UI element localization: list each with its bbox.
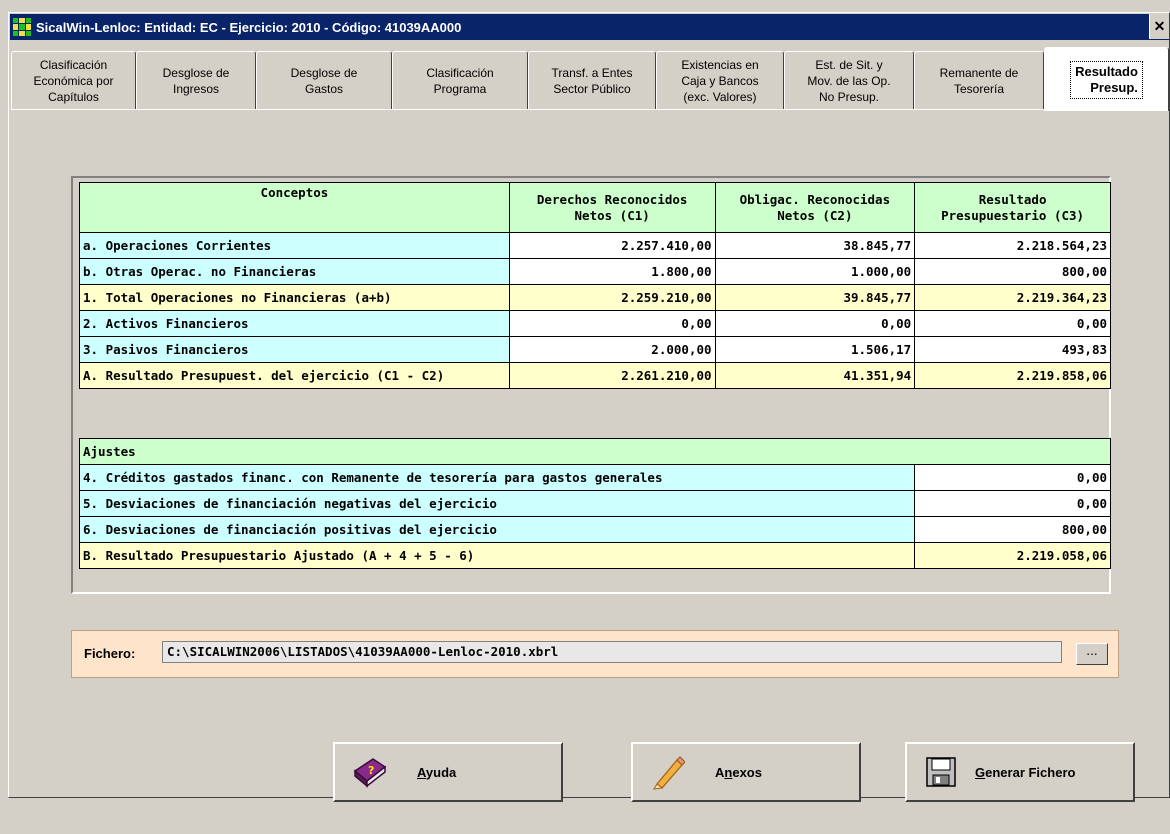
cell-c2: 39.845,77 <box>714 284 916 311</box>
tab-desglose-ingresos[interactable]: Desglose de Ingresos <box>136 51 256 109</box>
close-button[interactable]: ✕ <box>1149 14 1169 39</box>
window-title: SicalWin-Lenloc: Entidad: EC - Ejercicio… <box>36 19 462 35</box>
row-concept: 5. Desviaciones de financiación negativa… <box>78 490 916 517</box>
cell-c3: 493,83 <box>914 336 1111 363</box>
browse-button[interactable]: ... <box>1076 643 1108 665</box>
table-row: A. Resultado Presupuest. del ejercicio (… <box>79 362 1111 389</box>
fichero-panel: Fichero: C:\SICALWIN2006\LISTADOS\41039A… <box>71 630 1119 678</box>
adjustments-header: Ajustes <box>79 438 1111 465</box>
pencil-icon <box>647 752 687 792</box>
cell-c2[interactable]: 38.845,77 <box>714 232 916 259</box>
tab-strip: Clasificación Económica por Capítulos De… <box>11 45 1169 111</box>
fichero-label: Fichero: <box>84 646 136 661</box>
main-window: SicalWin-Lenloc: Entidad: EC - Ejercicio… <box>8 12 1170 802</box>
table-row: 3. Pasivos Financieros 2.000,00 1.506,17… <box>79 336 1111 363</box>
cell-c3: 2.218.564,23 <box>914 232 1111 259</box>
row-concept: A. Resultado Presupuest. del ejercicio (… <box>79 362 510 389</box>
cell-c1[interactable]: 2.000,00 <box>508 336 716 363</box>
table-row: a. Operaciones Corrientes 2.257.410,00 3… <box>79 232 1111 259</box>
cell-c3: 2.219.858,06 <box>914 362 1111 389</box>
cell-c2[interactable]: 1.000,00 <box>714 258 916 285</box>
header-c2: Obligac. Reconocidas Netos (C2) <box>714 182 916 233</box>
tab-est-sit-mov[interactable]: Est. de Sit. y Mov. de las Op. No Presup… <box>784 51 914 109</box>
cell-c1: 2.259.210,00 <box>508 284 716 311</box>
cell-c3: 800,00 <box>914 258 1111 285</box>
table-row: 4. Créditos gastados financ. con Remanen… <box>78 464 1111 491</box>
row-concept: b. Otras Operac. no Financieras <box>79 258 510 285</box>
tab-transf-entes[interactable]: Transf. a Entes Sector Público <box>528 51 656 109</box>
cell-c3: 0,00 <box>914 310 1111 337</box>
tab-resultado-presup-label: Resultado Presup. <box>1070 60 1143 99</box>
ayuda-label: Ayuda <box>417 764 457 780</box>
table-row: b. Otras Operac. no Financieras 1.800,00… <box>79 258 1111 285</box>
generar-fichero-button[interactable]: Generar Fichero <box>905 742 1135 802</box>
cell-c2[interactable]: 1.506,17 <box>714 336 916 363</box>
tab-resultado-presup[interactable]: Resultado Presup. <box>1044 47 1169 111</box>
header-conceptos: Conceptos <box>79 182 510 233</box>
cell-value[interactable]: 800,00 <box>914 516 1111 543</box>
adjustments-table: Ajustes 4. Créditos gastados financ. con… <box>78 438 1111 569</box>
row-concept: B. Resultado Presupuestario Ajustado (A … <box>78 542 916 569</box>
table-row: 6. Desviaciones de financiación positiva… <box>78 516 1111 543</box>
cell-c1[interactable]: 0,00 <box>508 310 716 337</box>
app-icon <box>13 18 31 36</box>
anexos-label: Anexos <box>715 764 762 780</box>
row-concept: 4. Créditos gastados financ. con Remanen… <box>78 464 916 491</box>
tab-panel: Conceptos Derechos Reconocidos Netos (C1… <box>11 109 1167 802</box>
svg-text:?: ? <box>368 764 374 777</box>
floppy-disk-icon <box>921 752 961 792</box>
row-concept: 2. Activos Financieros <box>79 310 510 337</box>
row-concept: 3. Pasivos Financieros <box>79 336 510 363</box>
anexos-button[interactable]: Anexos <box>631 742 861 802</box>
cell-c2[interactable]: 0,00 <box>714 310 916 337</box>
row-concept: a. Operaciones Corrientes <box>79 232 510 259</box>
cell-value[interactable]: 0,00 <box>914 490 1111 517</box>
cell-c2: 41.351,94 <box>714 362 916 389</box>
tab-clasificacion-programa[interactable]: Clasificación Programa <box>392 51 528 109</box>
generar-fichero-label: Generar Fichero <box>975 764 1076 780</box>
tab-remanente-tesoreria[interactable]: Remanente de Tesorería <box>914 51 1044 109</box>
tab-existencias-caja[interactable]: Existencias en Caja y Bancos (exc. Valor… <box>656 51 784 109</box>
table-row: B. Resultado Presupuestario Ajustado (A … <box>78 542 1111 569</box>
cell-c3: 2.219.364,23 <box>914 284 1111 311</box>
result-table: Conceptos Derechos Reconocidos Netos (C1… <box>79 182 1111 389</box>
title-bar[interactable]: SicalWin-Lenloc: Entidad: EC - Ejercicio… <box>10 14 1169 40</box>
cell-c1[interactable]: 2.257.410,00 <box>508 232 716 259</box>
table-row: 2. Activos Financieros 0,00 0,00 0,00 <box>79 310 1111 337</box>
cell-c1: 2.261.210,00 <box>508 362 716 389</box>
row-concept: 1. Total Operaciones no Financieras (a+b… <box>79 284 510 311</box>
ayuda-button[interactable]: ? Ayuda <box>333 742 563 802</box>
close-icon: ✕ <box>1153 18 1166 34</box>
tab-desglose-gastos[interactable]: Desglose de Gastos <box>256 51 392 109</box>
table-row: 1. Total Operaciones no Financieras (a+b… <box>79 284 1111 311</box>
row-concept: 6. Desviaciones de financiación positiva… <box>78 516 916 543</box>
help-book-icon: ? <box>349 752 389 792</box>
cell-value[interactable]: 0,00 <box>914 464 1111 491</box>
fichero-path-field[interactable]: C:\SICALWIN2006\LISTADOS\41039AA000-Lenl… <box>162 641 1062 663</box>
tab-clasificacion-economica[interactable]: Clasificación Económica por Capítulos <box>11 51 136 109</box>
cell-value: 2.219.058,06 <box>914 542 1111 569</box>
table-row: 5. Desviaciones de financiación negativa… <box>78 490 1111 517</box>
header-c3: Resultado Presupuestario (C3) <box>914 182 1111 233</box>
header-c1: Derechos Reconocidos Netos (C1) <box>508 182 716 233</box>
cell-c1[interactable]: 1.800,00 <box>508 258 716 285</box>
